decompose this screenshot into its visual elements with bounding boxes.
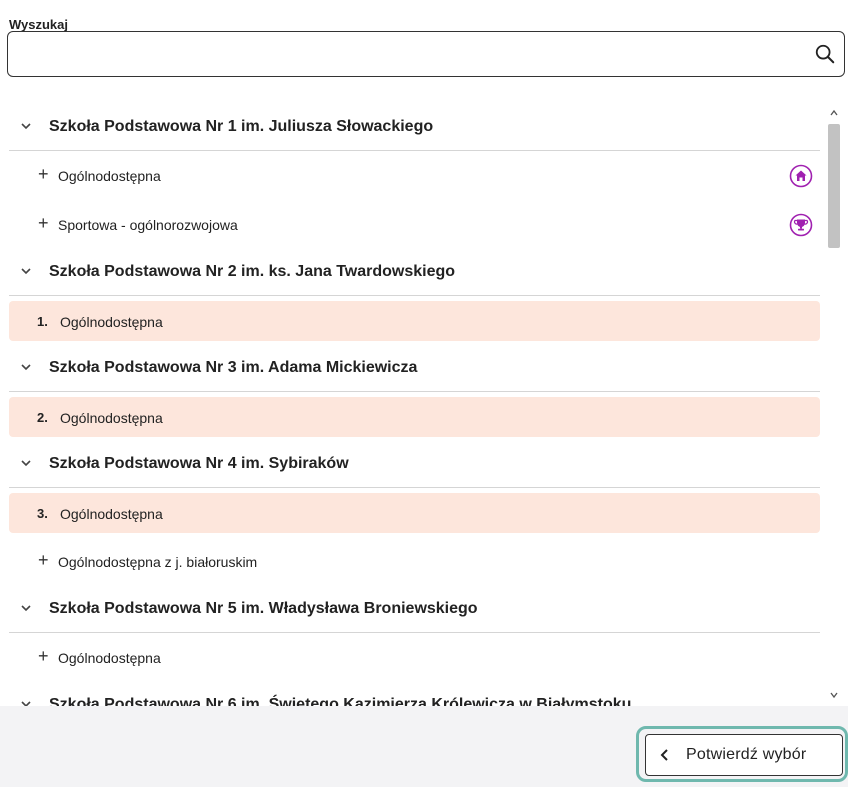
class-name: Sportowa - ogólnorozwojowa	[58, 217, 238, 233]
school-header[interactable]: Szkoła Podstawowa Nr 3 im. Adama Mickiew…	[9, 345, 820, 392]
school-name: Szkoła Podstawowa Nr 4 im. Sybiraków	[49, 455, 349, 472]
school-header[interactable]: Szkoła Podstawowa Nr 5 im. Władysława Br…	[9, 586, 820, 633]
chevron-up-icon[interactable]	[829, 108, 839, 118]
class-item[interactable]: + Ogólnodostępna	[9, 633, 820, 682]
school-header[interactable]: Szkoła Podstawowa Nr 2 im. ks. Jana Twar…	[9, 249, 820, 296]
footer-bar: Potwierdź wybór	[0, 706, 848, 787]
class-item[interactable]: + Sportowa - ogólnorozwojowa	[9, 200, 820, 249]
chevron-down-icon	[21, 460, 31, 467]
class-name: Ogólnodostępna	[60, 314, 163, 330]
school-name: Szkoła Podstawowa Nr 5 im. Władysława Br…	[49, 600, 478, 617]
plus-icon[interactable]: +	[38, 213, 49, 234]
plus-icon[interactable]: +	[38, 164, 49, 185]
chevron-left-icon	[660, 749, 668, 761]
home-icon	[789, 164, 813, 188]
selected-class-item[interactable]: 2. Ogólnodostępna	[9, 397, 820, 437]
school-list: Szkoła Podstawowa Nr 1 im. Juliusza Słow…	[0, 104, 848, 706]
class-name: Ogólnodostępna	[60, 506, 163, 522]
plus-icon[interactable]: +	[38, 550, 49, 571]
selected-class-item[interactable]: 3. Ogólnodostępna	[9, 493, 820, 533]
selection-number: 3.	[37, 506, 48, 521]
selection-number: 1.	[37, 314, 48, 329]
chevron-down-icon[interactable]	[829, 690, 839, 700]
school-header[interactable]: Szkoła Podstawowa Nr 4 im. Sybiraków	[9, 441, 820, 488]
trophy-icon	[789, 213, 813, 237]
selection-number: 2.	[37, 410, 48, 425]
school-name: Szkoła Podstawowa Nr 3 im. Adama Mickiew…	[49, 359, 418, 376]
class-name: Ogólnodostępna	[58, 168, 161, 184]
class-name: Ogólnodostępna z j. białoruskim	[58, 554, 258, 570]
confirm-button-label: Potwierdź wybór	[686, 746, 807, 763]
school-name: Szkoła Podstawowa Nr 6 im. Świętego Kazi…	[49, 696, 632, 706]
chevron-down-icon	[21, 123, 31, 130]
chevron-down-icon	[21, 605, 31, 612]
search-icon[interactable]	[814, 43, 836, 65]
plus-icon[interactable]: +	[38, 646, 49, 667]
scrollbar-thumb[interactable]	[828, 124, 840, 248]
chevron-down-icon	[21, 268, 31, 275]
selected-class-item[interactable]: 1. Ogólnodostępna	[9, 301, 820, 341]
list-scrollbar[interactable]	[825, 104, 843, 706]
school-name: Szkoła Podstawowa Nr 2 im. ks. Jana Twar…	[49, 263, 456, 280]
school-header[interactable]: Szkoła Podstawowa Nr 6 im. Świętego Kazi…	[9, 682, 820, 706]
school-name: Szkoła Podstawowa Nr 1 im. Juliusza Słow…	[49, 118, 434, 135]
search-label: Wyszukaj	[9, 17, 69, 32]
search-box[interactable]	[7, 31, 845, 77]
confirm-selection-button[interactable]: Potwierdź wybór	[645, 734, 843, 776]
chevron-down-icon	[21, 701, 31, 706]
class-name: Ogólnodostępna	[58, 650, 161, 666]
class-name: Ogólnodostępna	[60, 410, 163, 426]
search-input[interactable]	[18, 32, 798, 76]
chevron-down-icon	[21, 364, 31, 371]
class-item[interactable]: + Ogólnodostępna	[9, 151, 820, 200]
school-header[interactable]: Szkoła Podstawowa Nr 1 im. Juliusza Słow…	[9, 104, 820, 151]
class-item[interactable]: + Ogólnodostępna z j. białoruskim	[9, 537, 820, 586]
